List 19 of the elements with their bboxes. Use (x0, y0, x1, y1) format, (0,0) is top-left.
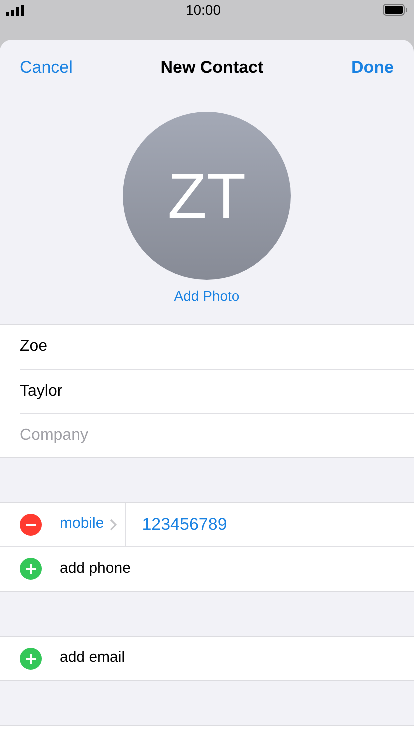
battery-icon (382, 4, 408, 16)
add-email-label[interactable]: add email (60, 647, 126, 670)
remove-icon[interactable] (20, 514, 42, 536)
text-field[interactable]: Taylor (20, 380, 380, 404)
text-field[interactable]: Zoe (20, 335, 380, 359)
add-photo-link[interactable]: Add Photo (174, 286, 240, 307)
add-phone-label[interactable]: add phone (60, 558, 131, 580)
add-icon[interactable] (20, 648, 42, 670)
cancel-button[interactable]: Cancel (20, 55, 73, 81)
text-field[interactable]: Company (20, 424, 380, 448)
phone-label-selector[interactable]: mobile (60, 503, 126, 546)
chevron-icon (110, 518, 118, 530)
status-time: 10:00 (186, 0, 222, 20)
avatar-initials[interactable]: ZT (123, 112, 291, 280)
signal-icon (6, 4, 24, 16)
sheet-title: New Contact (160, 57, 264, 80)
phone-number-field[interactable]: 123456789 (142, 512, 382, 538)
add-icon[interactable] (20, 558, 42, 580)
done-button[interactable]: Done (351, 55, 394, 81)
